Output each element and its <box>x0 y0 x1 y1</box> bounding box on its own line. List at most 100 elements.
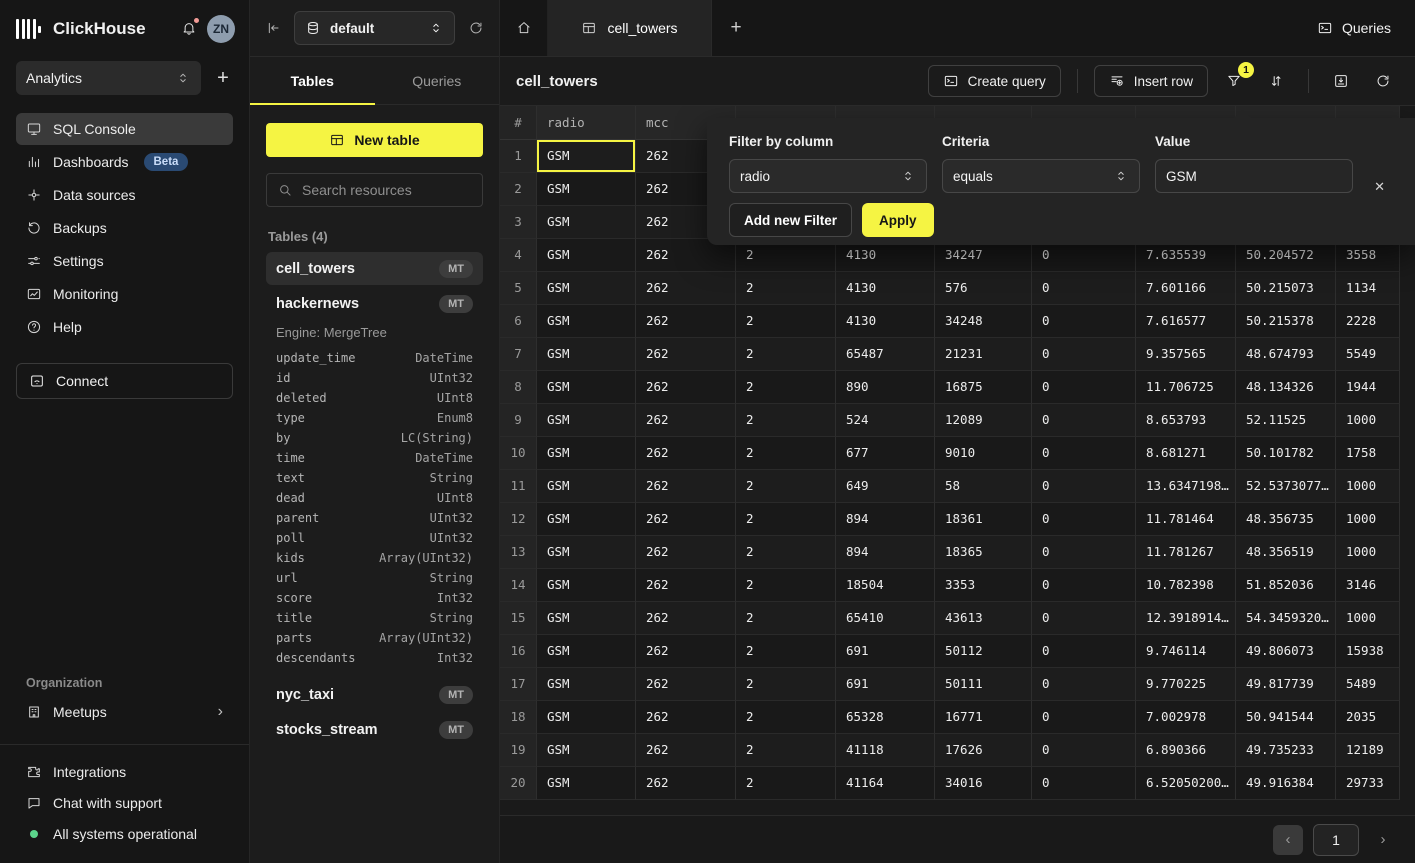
grid-cell[interactable]: 65410 <box>836 602 935 635</box>
filter-column-select[interactable]: radio <box>729 159 927 193</box>
grid-cell[interactable]: 17626 <box>935 734 1032 767</box>
grid-cell[interactable]: 18365 <box>935 536 1032 569</box>
sidebar-item-monitoring[interactable]: Monitoring <box>16 278 233 310</box>
sidebar-item-chat-with-support[interactable]: Chat with support <box>16 788 233 818</box>
grid-cell[interactable]: 262 <box>636 437 736 470</box>
grid-cell[interactable]: 10.782398 <box>1136 569 1236 602</box>
grid-cell[interactable]: 34248 <box>935 305 1032 338</box>
grid-cell[interactable]: 4130 <box>836 305 935 338</box>
column-header-[interactable]: # <box>500 106 537 140</box>
column-header-radio[interactable]: radio <box>537 106 636 140</box>
sidebar-item-backups[interactable]: Backups <box>16 212 233 244</box>
grid-cell[interactable]: 43613 <box>935 602 1032 635</box>
grid-cell[interactable]: GSM <box>537 239 636 272</box>
grid-cell[interactable]: 890 <box>836 371 935 404</box>
sidebar-item-sql-console[interactable]: SQL Console <box>16 113 233 145</box>
user-avatar[interactable]: ZN <box>207 15 235 43</box>
grid-cell[interactable]: 12189 <box>1336 734 1400 767</box>
grid-cell[interactable]: 0 <box>1032 767 1136 800</box>
add-new-filter-button[interactable]: Add new Filter <box>729 203 852 237</box>
sidebar-item-integrations[interactable]: Integrations <box>16 757 233 787</box>
grid-cell[interactable]: GSM <box>537 602 636 635</box>
grid-cell[interactable]: 49.817739 <box>1236 668 1336 701</box>
grid-cell[interactable]: 52.11525 <box>1236 404 1336 437</box>
grid-cell[interactable]: 2 <box>736 668 836 701</box>
grid-cell[interactable]: 262 <box>636 503 736 536</box>
refresh-data-button[interactable] <box>1371 69 1395 93</box>
grid-cell[interactable]: 262 <box>636 272 736 305</box>
grid-cell[interactable]: 262 <box>636 371 736 404</box>
grid-cell[interactable]: GSM <box>537 536 636 569</box>
next-page-button[interactable]: › <box>1369 831 1397 848</box>
grid-cell[interactable]: 649 <box>836 470 935 503</box>
refresh-tables-icon[interactable] <box>468 20 484 36</box>
table-item-cell-towers[interactable]: cell_towers MT <box>266 252 483 285</box>
grid-cell[interactable]: 576 <box>935 272 1032 305</box>
grid-cell[interactable]: GSM <box>537 404 636 437</box>
search-resources-input[interactable]: Search resources <box>266 173 483 207</box>
grid-cell[interactable]: 262 <box>636 734 736 767</box>
grid-cell[interactable]: 21231 <box>935 338 1032 371</box>
grid-cell[interactable]: 11.781464 <box>1136 503 1236 536</box>
grid-cell[interactable]: 1134 <box>1336 272 1400 305</box>
sort-button[interactable] <box>1264 69 1288 93</box>
grid-cell[interactable]: 3353 <box>935 569 1032 602</box>
grid-cell[interactable]: 677 <box>836 437 935 470</box>
grid-cell[interactable]: 2 <box>736 437 836 470</box>
grid-cell[interactable]: 1000 <box>1336 602 1400 635</box>
sidebar-item-dashboards[interactable]: DashboardsBeta <box>16 146 233 178</box>
grid-cell[interactable]: GSM <box>537 635 636 668</box>
grid-cell[interactable]: 1000 <box>1336 470 1400 503</box>
grid-cell[interactable]: GSM <box>537 305 636 338</box>
grid-cell[interactable]: 5549 <box>1336 338 1400 371</box>
grid-cell[interactable]: 0 <box>1032 503 1136 536</box>
grid-cell[interactable]: GSM <box>537 569 636 602</box>
grid-cell[interactable]: 2035 <box>1336 701 1400 734</box>
grid-cell[interactable]: 262 <box>636 338 736 371</box>
grid-cell[interactable]: 5489 <box>1336 668 1400 701</box>
table-item-nyc-taxi[interactable]: nyc_taxi MT <box>266 678 483 711</box>
grid-cell[interactable]: GSM <box>537 503 636 536</box>
filter-value-input[interactable]: GSM <box>1155 159 1353 193</box>
database-select[interactable]: default <box>294 11 455 45</box>
grid-cell[interactable]: 1944 <box>1336 371 1400 404</box>
grid-cell[interactable]: 11.781267 <box>1136 536 1236 569</box>
create-query-button[interactable]: Create query <box>928 65 1061 97</box>
grid-cell[interactable]: 13.6347198… <box>1136 470 1236 503</box>
grid-cell[interactable]: 262 <box>636 635 736 668</box>
grid-cell[interactable]: 50.941544 <box>1236 701 1336 734</box>
insert-row-button[interactable]: Insert row <box>1094 65 1208 97</box>
grid-cell[interactable]: GSM <box>537 173 636 206</box>
table-item-stocks-stream[interactable]: stocks_stream MT <box>266 713 483 746</box>
grid-cell[interactable]: 691 <box>836 668 935 701</box>
grid-cell[interactable]: GSM <box>537 668 636 701</box>
grid-cell[interactable]: GSM <box>537 206 636 239</box>
grid-cell[interactable]: 0 <box>1032 338 1136 371</box>
grid-cell[interactable]: 1000 <box>1336 536 1400 569</box>
grid-cell[interactable]: 50.101782 <box>1236 437 1336 470</box>
grid-cell[interactable]: 50.215073 <box>1236 272 1336 305</box>
grid-cell[interactable]: 0 <box>1032 569 1136 602</box>
grid-cell[interactable]: 0 <box>1032 437 1136 470</box>
grid-cell[interactable]: 6.52050200… <box>1136 767 1236 800</box>
grid-cell[interactable]: 2 <box>736 272 836 305</box>
grid-cell[interactable]: 16875 <box>935 371 1032 404</box>
grid-cell[interactable]: 52.5373077… <box>1236 470 1336 503</box>
grid-cell[interactable]: 2 <box>736 338 836 371</box>
new-table-button[interactable]: New table <box>266 123 483 157</box>
grid-cell[interactable]: 2 <box>736 569 836 602</box>
sidebar-item-all-systems-operational[interactable]: All systems operational <box>16 819 233 849</box>
grid-cell[interactable]: 2 <box>736 602 836 635</box>
grid-cell[interactable]: GSM <box>537 701 636 734</box>
grid-cell[interactable]: 65328 <box>836 701 935 734</box>
grid-cell[interactable]: 2 <box>736 305 836 338</box>
grid-cell[interactable]: 1000 <box>1336 503 1400 536</box>
grid-cell[interactable]: 894 <box>836 503 935 536</box>
grid-cell[interactable]: GSM <box>537 371 636 404</box>
grid-cell[interactable]: 9.770225 <box>1136 668 1236 701</box>
sidebar-item-meetups[interactable]: Meetups › <box>16 696 233 728</box>
grid-cell[interactable]: 9010 <box>935 437 1032 470</box>
grid-cell[interactable]: 3146 <box>1336 569 1400 602</box>
tab-queries[interactable]: Queries <box>375 57 500 104</box>
grid-cell[interactable]: 0 <box>1032 602 1136 635</box>
